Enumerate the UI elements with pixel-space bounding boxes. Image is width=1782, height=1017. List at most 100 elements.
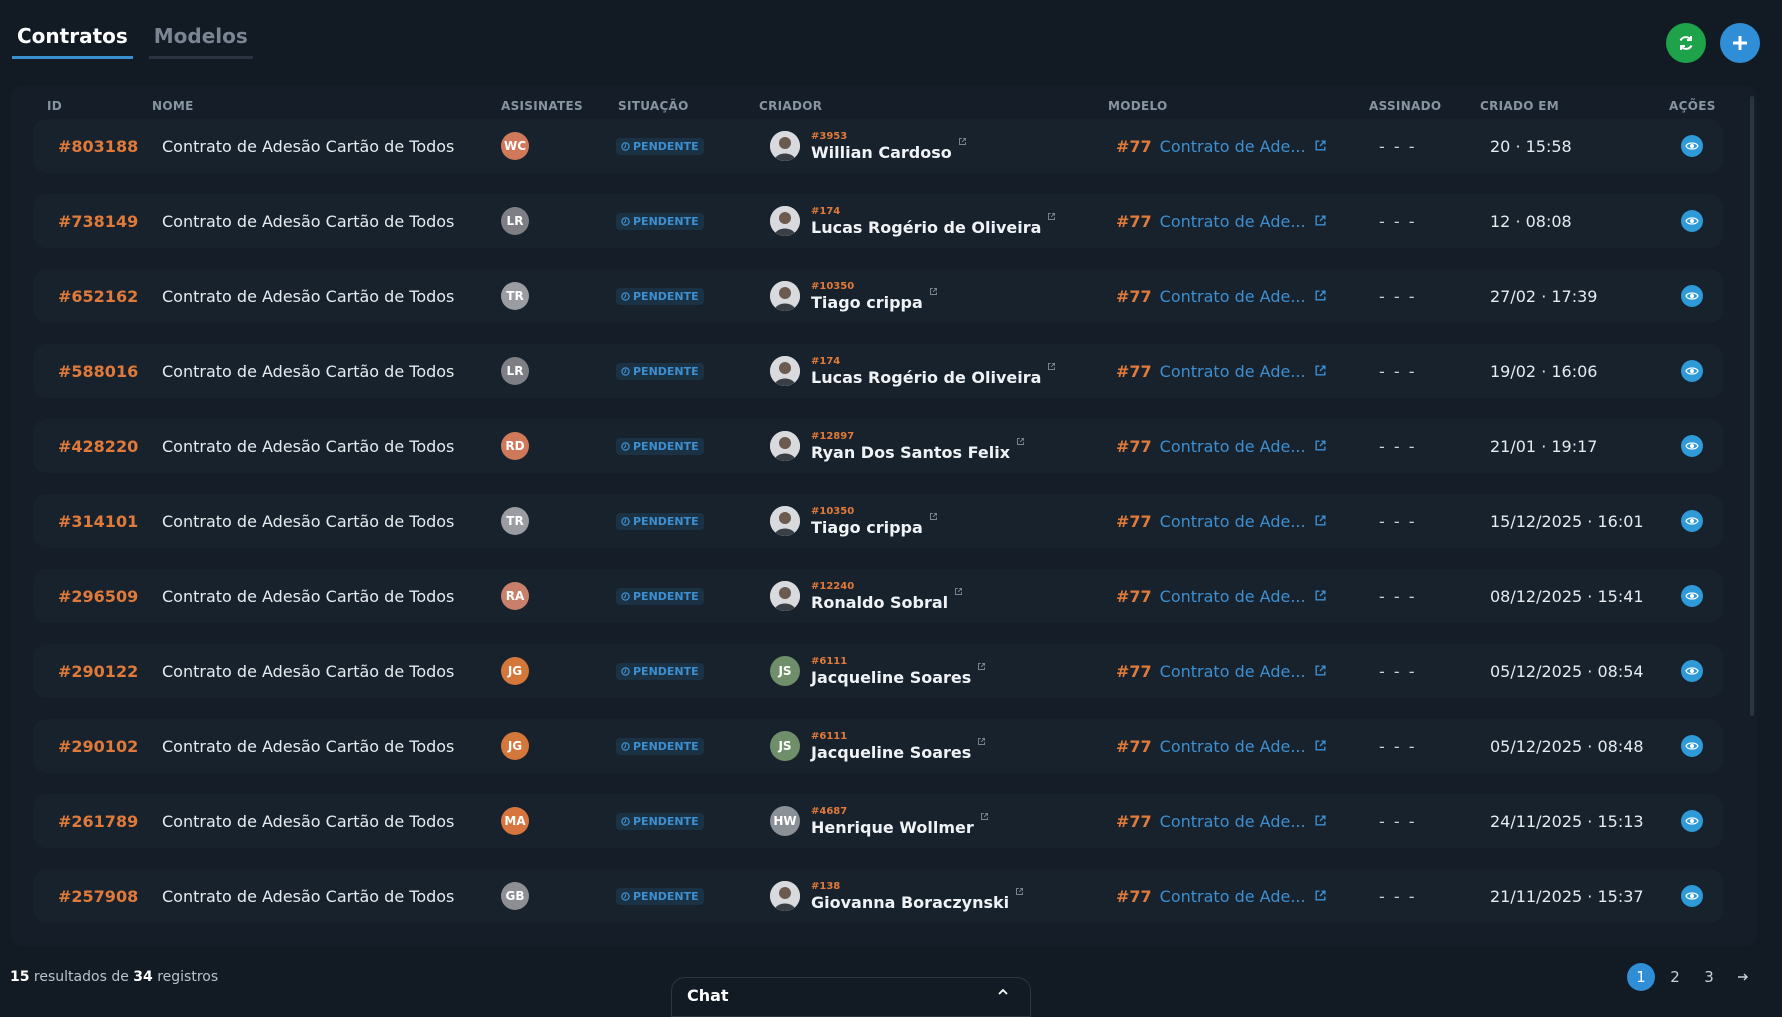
external-link-icon[interactable] bbox=[1314, 512, 1327, 531]
contract-id[interactable]: #803188 bbox=[58, 119, 138, 173]
table-row[interactable]: #257908 Contrato de Adesão Cartão de Todo… bbox=[33, 869, 1723, 923]
external-link-icon[interactable] bbox=[1314, 437, 1327, 456]
external-link-icon[interactable] bbox=[1314, 737, 1327, 756]
creator-external-link-icon[interactable] bbox=[929, 281, 938, 300]
view-button[interactable] bbox=[1681, 435, 1703, 457]
contract-id[interactable]: #257908 bbox=[58, 869, 138, 923]
model-name[interactable]: Contrato de Ade... bbox=[1160, 137, 1306, 156]
model-cell[interactable]: #77 Contrato de Ade... bbox=[1116, 269, 1327, 323]
view-button[interactable] bbox=[1681, 810, 1703, 832]
external-link-icon[interactable] bbox=[1314, 362, 1327, 381]
contract-id[interactable]: #296509 bbox=[58, 569, 138, 623]
contract-id[interactable]: #738149 bbox=[58, 194, 138, 248]
eye-icon bbox=[1685, 742, 1699, 750]
external-link-icon[interactable] bbox=[1314, 812, 1327, 831]
chat-widget[interactable]: Chat bbox=[671, 977, 1031, 1017]
creator-external-link-icon[interactable] bbox=[929, 506, 938, 525]
contract-id[interactable]: #428220 bbox=[58, 419, 138, 473]
header-created-at[interactable]: CRIADO EM bbox=[1480, 99, 1559, 113]
model-cell[interactable]: #77 Contrato de Ade... bbox=[1116, 794, 1327, 848]
table-row[interactable]: #738149 Contrato de Adesão Cartão de Todo… bbox=[33, 194, 1723, 248]
header-id[interactable]: ID bbox=[47, 99, 62, 113]
add-contract-button[interactable] bbox=[1720, 23, 1760, 63]
header-creator[interactable]: CRIADOR bbox=[759, 99, 822, 113]
page-2[interactable]: 2 bbox=[1661, 963, 1689, 991]
table-row[interactable]: #314101 Contrato de Adesão Cartão de Todo… bbox=[33, 494, 1723, 548]
model-name[interactable]: Contrato de Ade... bbox=[1160, 887, 1306, 906]
view-button[interactable] bbox=[1681, 585, 1703, 607]
view-button[interactable] bbox=[1681, 660, 1703, 682]
external-link-icon[interactable] bbox=[1314, 662, 1327, 681]
refresh-button[interactable] bbox=[1666, 23, 1706, 63]
model-cell[interactable]: #77 Contrato de Ade... bbox=[1116, 119, 1327, 173]
creator-external-link-icon[interactable] bbox=[1047, 356, 1056, 375]
model-cell[interactable]: #77 Contrato de Ade... bbox=[1116, 494, 1327, 548]
contract-id[interactable]: #261789 bbox=[58, 794, 138, 848]
header-status[interactable]: SITUAÇÃO bbox=[618, 99, 689, 113]
model-cell[interactable]: #77 Contrato de Ade... bbox=[1116, 719, 1327, 773]
creator-external-link-icon[interactable] bbox=[1016, 431, 1025, 450]
creator-external-link-icon[interactable] bbox=[977, 656, 986, 675]
model-name[interactable]: Contrato de Ade... bbox=[1160, 737, 1306, 756]
external-link-icon[interactable] bbox=[1314, 587, 1327, 606]
view-button[interactable] bbox=[1681, 360, 1703, 382]
external-link-icon[interactable] bbox=[1314, 887, 1327, 906]
model-name[interactable]: Contrato de Ade... bbox=[1160, 587, 1306, 606]
contract-id[interactable]: #314101 bbox=[58, 494, 138, 548]
table-row[interactable]: #290102 Contrato de Adesão Cartão de Todo… bbox=[33, 719, 1723, 773]
view-button[interactable] bbox=[1681, 285, 1703, 307]
contract-id[interactable]: #290102 bbox=[58, 719, 138, 773]
tab-contratos[interactable]: Contratos bbox=[12, 24, 133, 59]
creator-info: #138 Giovanna Boraczynski bbox=[811, 881, 1024, 912]
table-row[interactable]: #803188 Contrato de Adesão Cartão de Todo… bbox=[33, 119, 1723, 173]
view-button[interactable] bbox=[1681, 210, 1703, 232]
creator-external-link-icon[interactable] bbox=[1015, 881, 1024, 900]
model-cell[interactable]: #77 Contrato de Ade... bbox=[1116, 569, 1327, 623]
external-link-icon[interactable] bbox=[1314, 287, 1327, 306]
model-name[interactable]: Contrato de Ade... bbox=[1160, 362, 1306, 381]
created-at: 20 · 15:58 bbox=[1490, 136, 1572, 156]
page-3[interactable]: 3 bbox=[1695, 963, 1723, 991]
model-cell[interactable]: #77 Contrato de Ade... bbox=[1116, 344, 1327, 398]
table-row[interactable]: #261789 Contrato de Adesão Cartão de Todo… bbox=[33, 794, 1723, 848]
creator-external-link-icon[interactable] bbox=[977, 731, 986, 750]
model-cell[interactable]: #77 Contrato de Ade... bbox=[1116, 644, 1327, 698]
model-cell[interactable]: #77 Contrato de Ade... bbox=[1116, 419, 1327, 473]
model-name[interactable]: Contrato de Ade... bbox=[1160, 812, 1306, 831]
contract-id[interactable]: #652162 bbox=[58, 269, 138, 323]
header-name[interactable]: NOME bbox=[152, 99, 194, 113]
view-button[interactable] bbox=[1681, 135, 1703, 157]
page-1[interactable]: 1 bbox=[1627, 963, 1655, 991]
tab-modelos[interactable]: Modelos bbox=[148, 24, 253, 59]
contract-id[interactable]: #290122 bbox=[58, 644, 138, 698]
chevron-up-icon[interactable] bbox=[997, 986, 1009, 998]
external-link-icon[interactable] bbox=[1314, 137, 1327, 156]
model-name[interactable]: Contrato de Ade... bbox=[1160, 287, 1306, 306]
view-button[interactable] bbox=[1681, 735, 1703, 757]
header-model[interactable]: MODELO bbox=[1108, 99, 1168, 113]
view-button[interactable] bbox=[1681, 885, 1703, 907]
table-row[interactable]: #428220 Contrato de Adesão Cartão de Todo… bbox=[33, 419, 1723, 473]
status-cell: PENDENTE bbox=[616, 644, 704, 698]
creator-external-link-icon[interactable] bbox=[980, 806, 989, 825]
contract-id[interactable]: #588016 bbox=[58, 344, 138, 398]
table-row[interactable]: #296509 Contrato de Adesão Cartão de Todo… bbox=[33, 569, 1723, 623]
model-name[interactable]: Contrato de Ade... bbox=[1160, 512, 1306, 531]
creator-external-link-icon[interactable] bbox=[958, 131, 967, 150]
table-row[interactable]: #588016 Contrato de Adesão Cartão de Todo… bbox=[33, 344, 1723, 398]
table-row[interactable]: #290122 Contrato de Adesão Cartão de Todo… bbox=[33, 644, 1723, 698]
model-cell[interactable]: #77 Contrato de Ade... bbox=[1116, 869, 1327, 923]
header-signers[interactable]: ASISINATES bbox=[501, 99, 583, 113]
model-name[interactable]: Contrato de Ade... bbox=[1160, 662, 1306, 681]
view-button[interactable] bbox=[1681, 510, 1703, 532]
table-scrollbar[interactable] bbox=[1750, 96, 1754, 716]
table-row[interactable]: #652162 Contrato de Adesão Cartão de Todo… bbox=[33, 269, 1723, 323]
next-page-button[interactable] bbox=[1729, 963, 1757, 991]
model-name[interactable]: Contrato de Ade... bbox=[1160, 212, 1306, 231]
creator-external-link-icon[interactable] bbox=[954, 581, 963, 600]
model-name[interactable]: Contrato de Ade... bbox=[1160, 437, 1306, 456]
header-signed[interactable]: ASSINADO bbox=[1369, 99, 1441, 113]
external-link-icon[interactable] bbox=[1314, 212, 1327, 231]
creator-external-link-icon[interactable] bbox=[1047, 206, 1056, 225]
model-cell[interactable]: #77 Contrato de Ade... bbox=[1116, 194, 1327, 248]
